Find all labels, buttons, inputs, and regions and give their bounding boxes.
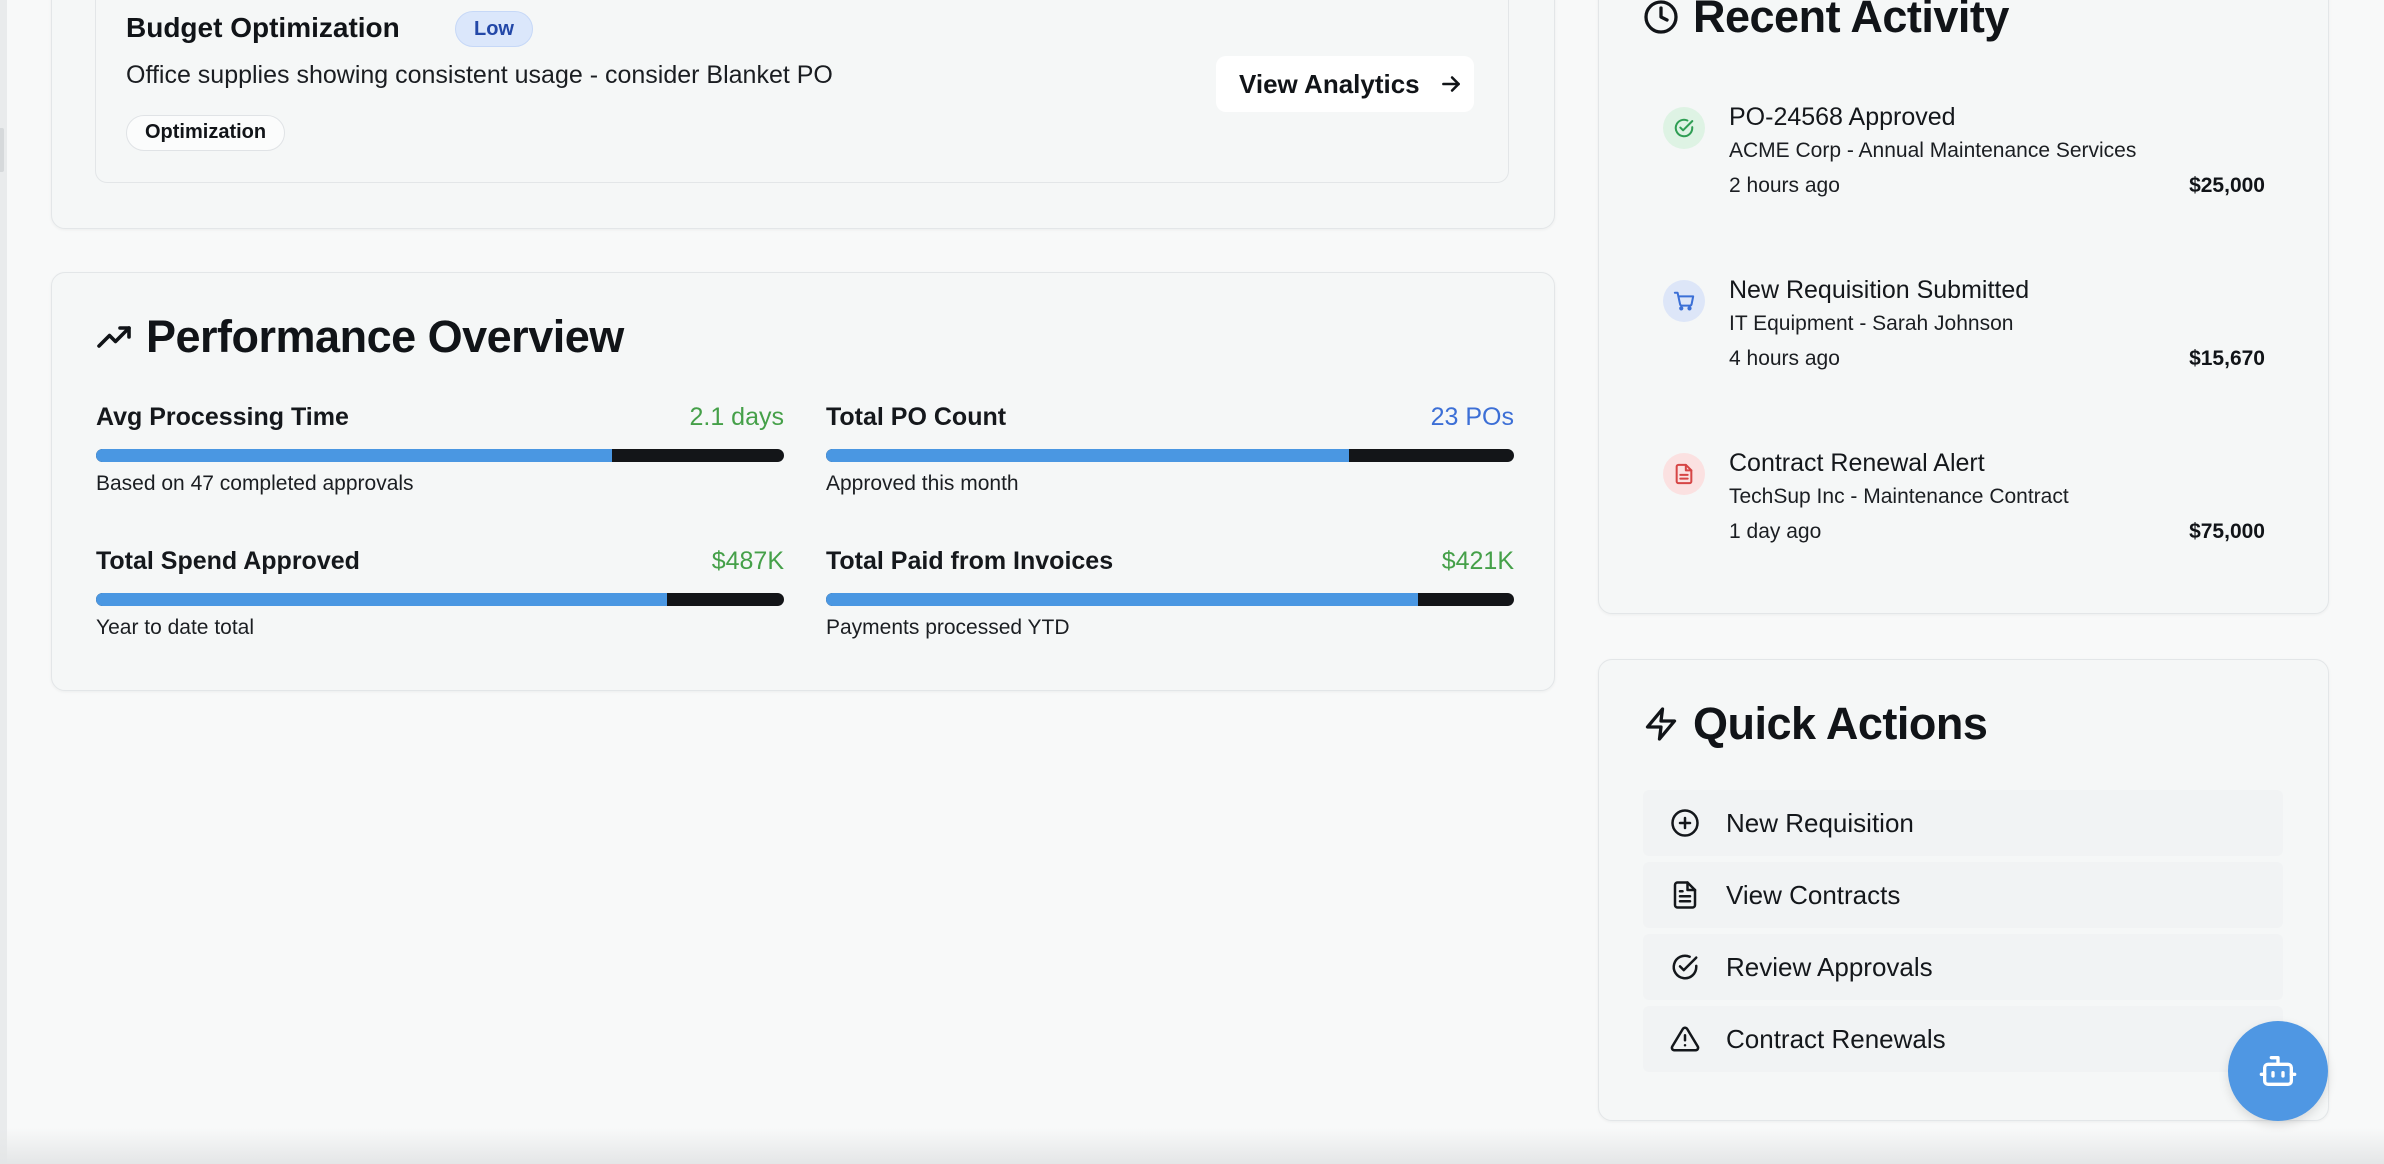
performance-overview-card: Performance Overview Avg Processing Time… (51, 272, 1555, 691)
activity-subtitle: TechSup Inc - Maintenance Contract (1729, 485, 2069, 508)
quick-actions-header: Quick Actions (1643, 698, 1988, 750)
metric-progress-bar (96, 593, 784, 606)
arrow-right-icon (1441, 76, 1460, 92)
recent-activity-card: Recent Activity PO-24568 Approved ACME C… (1598, 0, 2329, 614)
metric-value: 23 POs (1430, 403, 1514, 431)
activity-subtitle: IT Equipment - Sarah Johnson (1729, 312, 2014, 335)
insights-card: Budget Optimization Low Office supplies … (51, 0, 1555, 229)
quick-action-view-contracts[interactable]: View Contracts (1643, 862, 2283, 928)
activity-time: 1 day ago (1729, 520, 1822, 543)
bottom-shadow (0, 1128, 2384, 1164)
activity-time: 4 hours ago (1729, 347, 1840, 370)
cart-icon (1663, 280, 1705, 322)
recent-activity-header: Recent Activity (1643, 0, 2009, 43)
metric-label: Avg Processing Time (96, 403, 349, 431)
recent-activity-title: Recent Activity (1693, 0, 2009, 42)
metric-progress-fill (826, 593, 1418, 606)
metric-value: $487K (711, 547, 784, 575)
bot-icon (2259, 1056, 2297, 1086)
insight-title: Budget Optimization (126, 12, 400, 43)
metric-label: Total PO Count (826, 403, 1007, 431)
metric-total-spend-approved: Total Spend Approved $487K Year to date … (96, 547, 784, 667)
metric-progress-bar (826, 593, 1514, 606)
quick-action-contract-renewals[interactable]: Contract Renewals (1643, 1006, 2283, 1072)
metric-total-po-count: Total PO Count 23 POs Approved this mont… (826, 403, 1514, 523)
activity-item[interactable]: PO-24568 Approved ACME Corp - Annual Mai… (1663, 103, 2265, 203)
metric-value: 2.1 days (689, 403, 784, 431)
check-circle-icon (1663, 107, 1705, 149)
metric-subtext: Year to date total (96, 616, 255, 639)
activity-subtitle: ACME Corp - Annual Maintenance Services (1729, 139, 2137, 162)
quick-action-review-approvals[interactable]: Review Approvals (1643, 934, 2283, 1000)
activity-title: PO-24568 Approved (1729, 103, 1956, 131)
plus-circle-icon (1671, 809, 1699, 837)
metric-total-paid-from-invoices: Total Paid from Invoices $421K Payments … (826, 547, 1514, 667)
metric-label: Total Paid from Invoices (826, 547, 1114, 575)
assistant-fab-button[interactable] (2228, 1021, 2328, 1121)
activity-title: Contract Renewal Alert (1729, 449, 1985, 477)
metric-progress-fill (96, 449, 612, 462)
activity-item[interactable]: Contract Renewal Alert TechSup Inc - Mai… (1663, 449, 2265, 549)
metric-avg-processing-time: Avg Processing Time 2.1 days Based on 47… (96, 403, 784, 523)
quick-action-label: Review Approvals (1726, 951, 1933, 982)
check-circle-icon (1672, 954, 1698, 980)
quick-action-label: View Contracts (1726, 879, 1901, 910)
metric-subtext: Based on 47 completed approvals (96, 472, 414, 495)
quick-actions-card: Quick Actions New Requisition View Contr… (1598, 659, 2329, 1121)
metric-value: $421K (1441, 547, 1514, 575)
performance-title: Performance Overview (146, 311, 624, 362)
insight-budget-optimization: Budget Optimization Low Office supplies … (95, 0, 1509, 183)
clock-icon (1644, 0, 1678, 34)
quick-action-label: New Requisition (1726, 807, 1914, 838)
sidebar-resize-handle[interactable] (0, 128, 4, 172)
view-analytics-label: View Analytics (1239, 68, 1420, 99)
insight-description: Office supplies showing consistent usage… (126, 61, 833, 89)
sidebar-edge (0, 0, 7, 1164)
quick-actions-title: Quick Actions (1693, 698, 1988, 749)
activity-item[interactable]: New Requisition Submitted IT Equipment -… (1663, 276, 2265, 376)
file-text-icon (1673, 881, 1697, 909)
view-analytics-button[interactable]: View Analytics (1216, 56, 1474, 112)
activity-amount: $75,000 (2189, 520, 2265, 543)
insight-tag: Optimization (126, 115, 286, 151)
metric-progress-bar (826, 449, 1514, 462)
activity-title: New Requisition Submitted (1729, 276, 2030, 304)
metric-subtext: Payments processed YTD (826, 616, 1070, 639)
metric-progress-fill (96, 593, 668, 606)
quick-action-label: Contract Renewals (1726, 1023, 1946, 1054)
performance-header: Performance Overview (96, 311, 624, 363)
priority-badge: Low (455, 11, 533, 47)
alert-triangle-icon (1670, 1026, 1700, 1052)
activity-time: 2 hours ago (1729, 174, 1840, 197)
zap-icon (1645, 707, 1677, 741)
trending-up-icon (97, 326, 131, 348)
metric-subtext: Approved this month (826, 472, 1019, 495)
quick-action-new-requisition[interactable]: New Requisition (1643, 790, 2283, 856)
activity-amount: $25,000 (2189, 174, 2265, 197)
metric-progress-fill (826, 449, 1349, 462)
metric-progress-bar (96, 449, 784, 462)
activity-amount: $15,670 (2189, 347, 2265, 370)
document-icon (1663, 453, 1705, 495)
metric-label: Total Spend Approved (96, 547, 360, 575)
